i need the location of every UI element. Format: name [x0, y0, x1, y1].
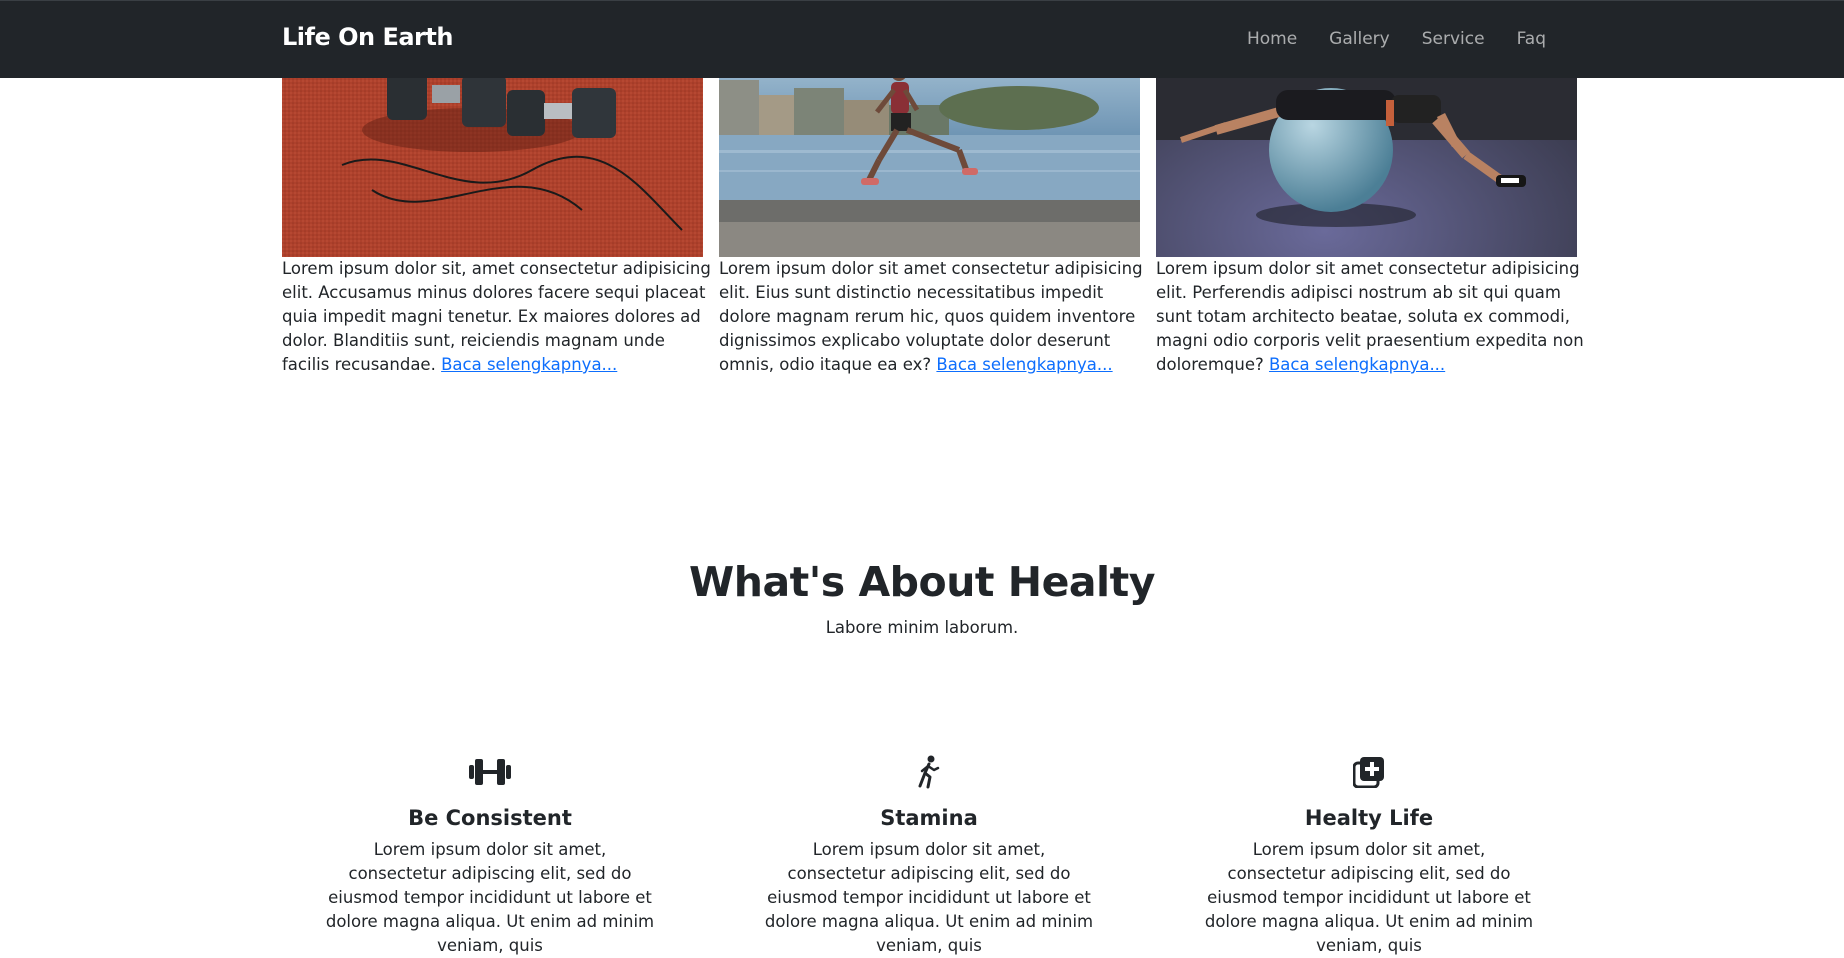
section-subtitle: Labore minim laborum. [825, 618, 1019, 637]
running-person-icon [906, 752, 952, 792]
feature-be-consistent: Be Consistent Lorem ipsum dolor sit amet… [310, 752, 670, 958]
feature-stamina: Stamina Lorem ipsum dolor sit amet, cons… [749, 752, 1109, 958]
feature-healty-life: Healty Life Lorem ipsum dolor sit amet, … [1189, 752, 1549, 958]
read-more-link[interactable]: Baca selengkapnya... [1269, 355, 1445, 374]
nav-link-home[interactable]: Home [1231, 29, 1313, 49]
feature-text: Lorem ipsum dolor sit amet, consectetur … [764, 840, 1094, 955]
card-text: Lorem ipsum dolor sit, amet consectetur … [282, 257, 712, 377]
read-more-link[interactable]: Baca selengkapnya... [936, 355, 1112, 374]
nav-links: Home Gallery Service Faq [1231, 29, 1562, 49]
nav-link-faq[interactable]: Faq [1501, 29, 1562, 49]
card-text: Lorem ipsum dolor sit amet consectetur a… [1156, 257, 1586, 377]
feature-title: Be Consistent [408, 806, 572, 830]
medical-plus-icon [1346, 752, 1392, 792]
card-text: Lorem ipsum dolor sit amet consectetur a… [719, 257, 1149, 377]
top-navbar: Life On Earth Home Gallery Service Faq [0, 0, 1844, 78]
nav-link-service[interactable]: Service [1406, 29, 1501, 49]
feature-title: Stamina [880, 806, 978, 830]
feature-text: Lorem ipsum dolor sit amet, consectetur … [1204, 840, 1534, 955]
feature-text: Lorem ipsum dolor sit amet, consectetur … [325, 840, 655, 955]
nav-link-gallery[interactable]: Gallery [1313, 29, 1406, 49]
brand-logo[interactable]: Life On Earth [282, 23, 453, 51]
dumbbell-icon [467, 752, 513, 792]
read-more-link[interactable]: Baca selengkapnya... [441, 355, 617, 374]
feature-title: Healty Life [1304, 806, 1434, 830]
section-title: What's About Healty [689, 558, 1155, 606]
